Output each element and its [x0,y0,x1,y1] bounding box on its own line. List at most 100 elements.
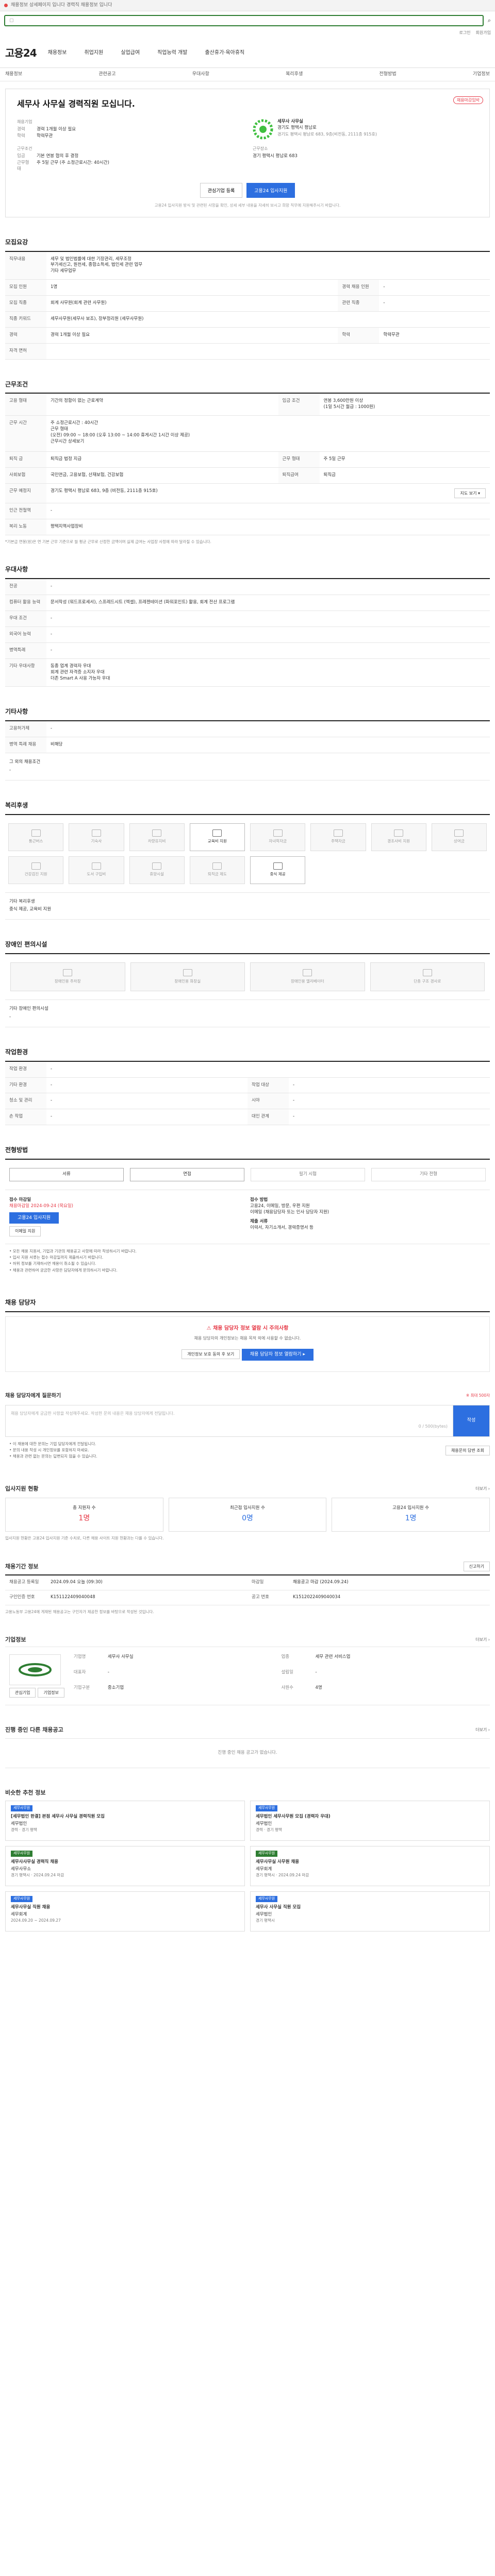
recommend-job-card[interactable]: 세무사무원 세무사무실 사무원 채용 세무회계 경기 평택시 · 2024.09.24… [250,1845,490,1886]
process-step-written: 필기 시험 [251,1168,365,1182]
site-logo[interactable]: 고용24 [5,46,37,60]
email-apply-button[interactable]: 이메일 지원 [9,1226,41,1236]
summary-place-label: 근무장소 [253,146,268,151]
work-row-key: 임금 조건 [278,394,320,416]
recruit-row-key: 경력 채용 인원 [338,279,380,296]
nav-item-training[interactable]: 직업능력 개발 [157,49,187,57]
tab-prefer[interactable]: 우대사항 [192,71,209,78]
welfare-icon [394,829,404,837]
login-link[interactable]: 로그인 [459,30,470,38]
util-links: 로그인 회원가입 [0,30,495,38]
recruit-row-key: 모집 인원 [5,279,46,296]
welfare-icon [31,862,41,870]
other-jobs-section: 진행 중인 다른 채용공고 더보기 › 진행 중인 채용 공고가 없습니다. [5,1726,490,1768]
recruit-row-value: 경력 1개월 이상 필요 [46,327,338,344]
summary-row-key: 임금 [17,153,25,159]
apply-now-button[interactable]: 고용24 입사지원 [9,1212,59,1224]
summary-place-value: 경기 평택시 평남로 683 [253,153,298,159]
report-button[interactable]: 신고하기 [463,1562,490,1572]
info-value: K1512022409040034 [293,1595,341,1600]
prefer-row-key: 전공 [5,579,46,596]
summary-row-value: 경력 1개월 이상 필요 [37,126,76,132]
job-card-title[interactable]: [세무법인 한결] 본점 세무사 사무실 경력직원 모집 [11,1814,239,1820]
extra-other-value: - [9,767,11,773]
recruit-row-value: 회계 사무원(회계 관련 사무원) [46,295,338,312]
follow-corp-button[interactable]: 관심기업 [9,1688,36,1698]
inquiry-note: • 채용과 관련 없는 문의는 답변되지 않을 수 있습니다. [9,1454,97,1459]
privacy-agree-button[interactable]: 개인정보 보호 동의 후 보기 [182,1349,240,1360]
scrap-button[interactable]: 관심기업 등록 [200,183,243,198]
recommend-job-card[interactable]: 세무사무원 세무사사무실 경력직 채용 세무사무소 경기 평택시 · 2024.09.… [5,1845,245,1886]
apply-button[interactable]: 고용24 입사지원 [246,183,295,198]
recruit-row-key: 관련 직종 [338,295,380,312]
welfare-item: 주택자금 [310,823,366,851]
nav-item-support[interactable]: 취업지원 [84,49,103,57]
search-input[interactable]: ▢ [4,15,484,26]
job-tag: 세무사무원 [256,1850,278,1857]
inquiry-textarea[interactable]: 채용 담당자에게 궁금한 사항을 작성해주세요. 작성한 문의 내용은 채용 담… [6,1405,453,1436]
work-row-value: 국민연금, 고용보험, 산재보험, 건강보험 [46,467,278,484]
process-section: 전형방법 서류 면접 필기 시험 기타 전형 접수 마감일 채용마감일 2024… [5,1146,490,1278]
extra-section: 기타사항 고용허가제 - 병역 특례 채용 비해당 그 외의 채용조건 - [5,707,490,781]
disability-section-title: 장애인 편의시설 [5,940,490,955]
inquiry-title: 채용 담당자에게 질문하기 [5,1393,61,1399]
env-row-value: - [46,1093,248,1110]
prefer-row-value: - [46,611,490,627]
job-card-title[interactable]: 세무사 사무실 직원 모집 [256,1905,484,1911]
company-name[interactable]: 세무사 사무실 [277,119,377,125]
corp-card: 관심기업 기업정보 기업명 세무사 사무실 업종 세무 관련 서비스업 대표자 - 설… [5,1647,490,1706]
welfare-item: 건강검진 지원 [8,856,64,884]
signup-link[interactable]: 회원가입 [476,30,491,38]
tab-process[interactable]: 전형방법 [380,71,397,78]
facility-label: 단층 구조 경사로 [414,979,441,984]
stat-label: 고용24 입사지원 수 [392,1505,430,1511]
recommend-job-card[interactable]: 세무사무원 세무사 사무실 직원 모집 세무법인 경기 평택시 [250,1891,490,1931]
recommend-job-card[interactable]: 세무사무원 세무사무실 직원 채용 세무회계 2024.09.20 ~ 2024.09… [5,1891,245,1931]
tab-recruit[interactable]: 채용정보 [5,71,22,78]
corp-info-button[interactable]: 기업정보 [38,1688,64,1698]
corp-key: 업종 [281,1654,290,1660]
inquiry-notes: • 이 채용에 대한 문의는 기업 담당자에게 전달됩니다. • 문의 내용 작… [5,1437,102,1464]
recommend-job-card[interactable]: 세무사무원 [세무법인 한결] 본점 세무사 사무실 경력직원 모집 세무법인 경력 … [5,1800,245,1841]
env-row-value: - [289,1109,490,1126]
welfare-label: 통근버스 [28,839,43,844]
inquiry-submit-button[interactable]: 작성 [453,1405,489,1436]
env-row-key: 기타 환경 [5,1077,46,1094]
work-row-key: 퇴직 금 [5,451,46,468]
job-card-title[interactable]: 세무사무실 직원 채용 [11,1905,239,1911]
nav-item-jobs[interactable]: 채용정보 [48,49,67,57]
top-notice-text: 채용정보 상세페이지 입니다 경력직 채용정보 입니다 [11,3,112,8]
recruit-row-value: - [379,295,490,312]
search-icon[interactable]: ⌕ [488,16,491,24]
recruit-row-value: - [379,279,490,296]
map-toggle-button[interactable]: 지도 보기 ▾ [454,488,486,499]
prefer-row-value: - [46,626,490,643]
tab-corp[interactable]: 기업정보 [473,71,490,78]
facility-ramp: 단층 구조 경사로 [370,962,485,992]
recommend-job-card[interactable]: 세무사무원 세무법인 세무사무원 모집 (경력자 우대) 세무법인 경력 · 경기 평… [250,1800,490,1841]
corp-value: - [315,1669,317,1675]
view-manager-button[interactable]: 채용 담당자 정보 열람하기 ▸ [241,1349,314,1361]
tab-related[interactable]: 관련공고 [98,71,116,78]
manager-alert-title: 채용 담당자 정보 열람 시 주의사항 [213,1325,289,1331]
job-card-title[interactable]: 세무법인 세무사무원 모집 (경력자 우대) [256,1814,484,1820]
job-tag: 세무사무원 [11,1850,33,1857]
nav-item-benefit[interactable]: 실업급여 [121,49,140,57]
nav-item-leave[interactable]: 출산휴가·육아휴직 [205,49,244,57]
summary-place: 근무장소 경기 평택시 평남로 683 [253,146,478,174]
welfare-item: 교육비 지원 [189,823,245,851]
welfare-grid: 통근버스 기숙사 차량유지비 교육비 지원 자녀학자금 주택자금 경조사비 지원 상여금 건강검… [5,815,490,893]
corp-key: 사원수 [281,1685,293,1690]
facility-label: 장애인용 엘리베이터 [291,979,324,984]
extra-other: 그 외의 채용조건 - [5,753,490,781]
other-jobs-more-link[interactable]: 더보기 › [475,1727,490,1733]
facility-elevator: 장애인용 엘리베이터 [250,962,365,992]
manager-section: 채용 담당자 ⚠ 채용 담당자 정보 열람 시 주의사항 채용 담당자의 개인정… [5,1298,490,1372]
tab-welfare[interactable]: 복리후생 [286,71,303,78]
job-card-title[interactable]: 세무사사무실 경력직 채용 [11,1859,239,1866]
corp-more-link[interactable]: 더보기 › [475,1637,490,1642]
recommend-section: 비슷한 추천 정보 세무사무원 [세무법인 한결] 본점 세무사 사무실 경력직원… [5,1789,490,1931]
applicants-more-link[interactable]: 더보기 › [475,1486,490,1492]
job-card-title[interactable]: 세무사무실 사무원 채용 [256,1859,484,1866]
inquiry-history-button[interactable]: 채용문의 답변 조회 [446,1445,490,1455]
